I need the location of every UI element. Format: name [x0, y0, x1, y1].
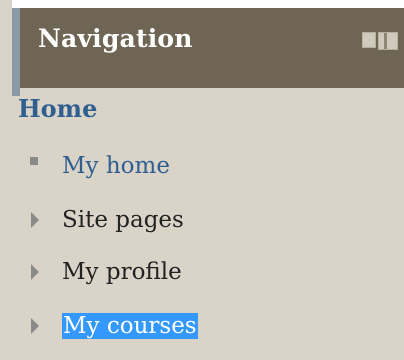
dock-block-icon[interactable]	[378, 32, 398, 50]
expand-triangle-icon[interactable]	[28, 262, 42, 282]
nav-home-link[interactable]: Home	[18, 94, 97, 123]
nav-item-my-profile[interactable]: My profile	[28, 252, 182, 292]
nav-item-label[interactable]: My courses	[62, 313, 198, 339]
nav-item-label[interactable]: My profile	[62, 259, 182, 285]
nav-item-label[interactable]: Site pages	[62, 207, 184, 233]
nav-item-label[interactable]: My home	[62, 153, 170, 179]
square-bullet-icon	[28, 156, 42, 176]
nav-item-my-courses[interactable]: My courses	[28, 306, 198, 346]
hide-block-icon[interactable]	[362, 32, 376, 48]
nav-item-site-pages[interactable]: Site pages	[28, 200, 184, 240]
block-header: Navigation	[12, 0, 404, 96]
navigation-block: Navigation Home My home Site pages My pr…	[0, 0, 404, 360]
block-title: Navigation	[38, 24, 193, 53]
expand-triangle-icon[interactable]	[28, 316, 42, 336]
expand-triangle-icon[interactable]	[28, 210, 42, 230]
nav-item-my-home[interactable]: My home	[28, 146, 170, 186]
header-accent-bar	[12, 8, 20, 96]
